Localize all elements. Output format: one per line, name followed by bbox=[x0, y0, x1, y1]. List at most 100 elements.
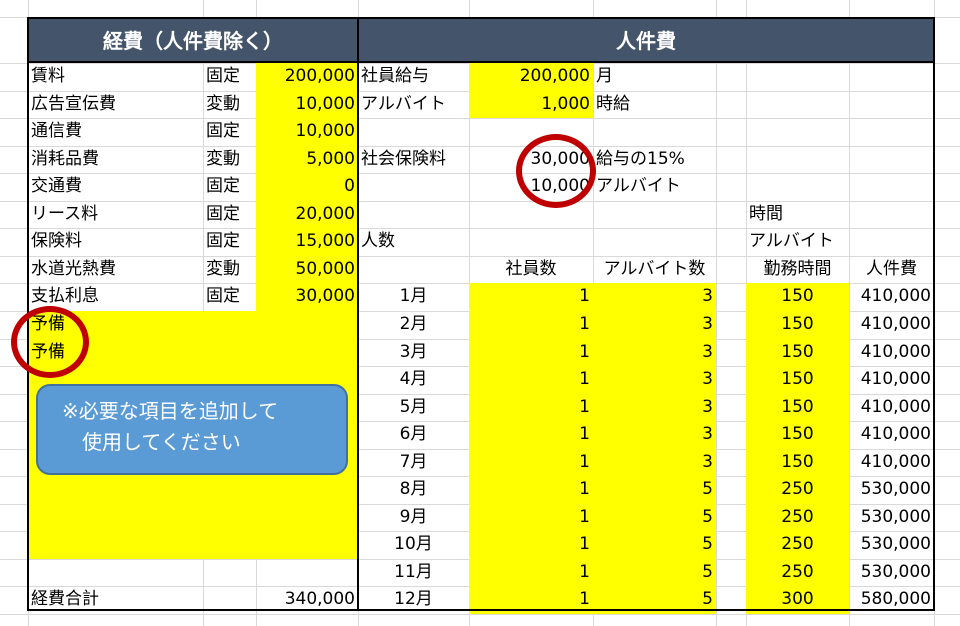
expense-item-amount[interactable]: 20,000 bbox=[256, 201, 358, 228]
col-header-hours-top[interactable]: 時間 bbox=[746, 201, 849, 228]
month-label[interactable]: 6月 bbox=[358, 421, 469, 448]
personnel-cost[interactable]: 410,000 bbox=[849, 421, 934, 448]
expense-item-type[interactable]: 変動 bbox=[203, 146, 256, 173]
personnel-cost[interactable]: 530,000 bbox=[849, 504, 934, 531]
insurance-note[interactable]: 給与の15% bbox=[593, 146, 716, 173]
note-line: ※必要な項目を追加して bbox=[62, 399, 279, 423]
employee-count[interactable]: 1 bbox=[469, 421, 593, 448]
personnel-cost[interactable]: 410,000 bbox=[849, 366, 934, 393]
parttimer-count[interactable]: 3 bbox=[593, 311, 716, 338]
expense-item-amount[interactable]: 0 bbox=[256, 173, 358, 200]
month-label[interactable]: 5月 bbox=[358, 394, 469, 421]
month-label[interactable]: 8月 bbox=[358, 476, 469, 503]
work-hours[interactable]: 250 bbox=[746, 504, 849, 531]
work-hours[interactable]: 150 bbox=[746, 394, 849, 421]
expense-item-name[interactable]: リース料 bbox=[28, 201, 203, 228]
expense-item-type[interactable]: 固定 bbox=[203, 201, 256, 228]
employee-count[interactable]: 1 bbox=[469, 476, 593, 503]
month-label[interactable]: 3月 bbox=[358, 339, 469, 366]
insurance-label[interactable]: 社会保険料 bbox=[358, 146, 469, 173]
col-header-cost[interactable]: 人件費 bbox=[849, 256, 934, 283]
annotation-circle bbox=[516, 134, 596, 208]
salary-unit[interactable]: 月 bbox=[593, 63, 716, 90]
employee-count[interactable]: 1 bbox=[469, 559, 593, 586]
personnel-cost[interactable]: 530,000 bbox=[849, 531, 934, 558]
expense-item-amount[interactable]: 10,000 bbox=[256, 91, 358, 118]
expense-item-type[interactable]: 変動 bbox=[203, 91, 256, 118]
salary-value[interactable]: 200,000 bbox=[469, 63, 593, 90]
employee-count[interactable]: 1 bbox=[469, 394, 593, 421]
expense-item-name[interactable]: 水道光熱費 bbox=[28, 256, 203, 283]
expense-item-type[interactable]: 変動 bbox=[203, 256, 256, 283]
month-label[interactable]: 9月 bbox=[358, 504, 469, 531]
expense-item-amount[interactable]: 50,000 bbox=[256, 256, 358, 283]
expense-item-name[interactable]: 保険料 bbox=[28, 228, 203, 255]
personnel-cost[interactable]: 530,000 bbox=[849, 559, 934, 586]
col-header-employees[interactable]: 社員数 bbox=[469, 256, 593, 283]
expense-item-name[interactable]: 消耗品費 bbox=[28, 146, 203, 173]
parttimer-count[interactable]: 3 bbox=[593, 283, 716, 310]
work-hours[interactable]: 150 bbox=[746, 339, 849, 366]
expense-item-amount[interactable]: 30,000 bbox=[256, 283, 358, 310]
parttime-value[interactable]: 1,000 bbox=[469, 91, 593, 118]
work-hours[interactable]: 150 bbox=[746, 366, 849, 393]
parttime-unit[interactable]: 時給 bbox=[593, 91, 716, 118]
expense-item-name[interactable]: 通信費 bbox=[28, 118, 203, 145]
expense-item-amount[interactable]: 5,000 bbox=[256, 146, 358, 173]
employee-count[interactable]: 1 bbox=[469, 283, 593, 310]
employee-count[interactable]: 1 bbox=[469, 449, 593, 476]
col-header-parttimers[interactable]: アルバイト数 bbox=[593, 256, 716, 283]
insurance-note[interactable]: アルバイト bbox=[593, 173, 716, 200]
personnel-cost[interactable]: 530,000 bbox=[849, 476, 934, 503]
work-hours[interactable]: 250 bbox=[746, 476, 849, 503]
table-border bbox=[357, 17, 359, 611]
month-label[interactable]: 4月 bbox=[358, 366, 469, 393]
col-header-hours[interactable]: 勤務時間 bbox=[746, 256, 849, 283]
month-label[interactable]: 7月 bbox=[358, 449, 469, 476]
employee-count[interactable]: 1 bbox=[469, 366, 593, 393]
month-label[interactable]: 1月 bbox=[358, 283, 469, 310]
expense-item-amount[interactable]: 10,000 bbox=[256, 118, 358, 145]
expense-item-amount[interactable]: 15,000 bbox=[256, 228, 358, 255]
expense-item-type[interactable]: 固定 bbox=[203, 228, 256, 255]
personnel-cost[interactable]: 410,000 bbox=[849, 394, 934, 421]
month-label[interactable]: 2月 bbox=[358, 311, 469, 338]
col-header-hours-mid[interactable]: アルバイト bbox=[746, 228, 849, 255]
parttimer-count[interactable]: 5 bbox=[593, 504, 716, 531]
personnel-cost[interactable]: 410,000 bbox=[849, 339, 934, 366]
parttimer-count[interactable]: 3 bbox=[593, 339, 716, 366]
expense-item-name[interactable]: 交通費 bbox=[28, 173, 203, 200]
expense-item-type[interactable]: 固定 bbox=[203, 173, 256, 200]
expense-item-type[interactable]: 固定 bbox=[203, 283, 256, 310]
salary-label[interactable]: 社員給与 bbox=[358, 63, 469, 90]
parttimer-count[interactable]: 3 bbox=[593, 394, 716, 421]
month-label[interactable]: 11月 bbox=[358, 559, 469, 586]
work-hours[interactable]: 150 bbox=[746, 449, 849, 476]
personnel-cost[interactable]: 410,000 bbox=[849, 283, 934, 310]
work-hours[interactable]: 150 bbox=[746, 421, 849, 448]
parttimer-count[interactable]: 3 bbox=[593, 449, 716, 476]
parttime-label[interactable]: アルバイト bbox=[358, 91, 469, 118]
headcount-label[interactable]: 人数 bbox=[358, 228, 469, 255]
personnel-cost[interactable]: 410,000 bbox=[849, 449, 934, 476]
employee-count[interactable]: 1 bbox=[469, 531, 593, 558]
expense-item-amount[interactable]: 200,000 bbox=[256, 63, 358, 90]
parttimer-count[interactable]: 5 bbox=[593, 531, 716, 558]
work-hours[interactable]: 250 bbox=[746, 559, 849, 586]
parttimer-count[interactable]: 5 bbox=[593, 559, 716, 586]
work-hours[interactable]: 150 bbox=[746, 283, 849, 310]
expense-item-name[interactable]: 広告宣伝費 bbox=[28, 91, 203, 118]
parttimer-count[interactable]: 5 bbox=[593, 476, 716, 503]
expense-item-type[interactable]: 固定 bbox=[203, 118, 256, 145]
expense-item-name[interactable]: 賃料 bbox=[28, 63, 203, 90]
employee-count[interactable]: 1 bbox=[469, 339, 593, 366]
parttimer-count[interactable]: 3 bbox=[593, 421, 716, 448]
work-hours[interactable]: 250 bbox=[746, 531, 849, 558]
employee-count[interactable]: 1 bbox=[469, 311, 593, 338]
personnel-cost[interactable]: 410,000 bbox=[849, 311, 934, 338]
expense-item-type[interactable]: 固定 bbox=[203, 63, 256, 90]
month-label[interactable]: 10月 bbox=[358, 531, 469, 558]
employee-count[interactable]: 1 bbox=[469, 504, 593, 531]
work-hours[interactable]: 150 bbox=[746, 311, 849, 338]
parttimer-count[interactable]: 3 bbox=[593, 366, 716, 393]
